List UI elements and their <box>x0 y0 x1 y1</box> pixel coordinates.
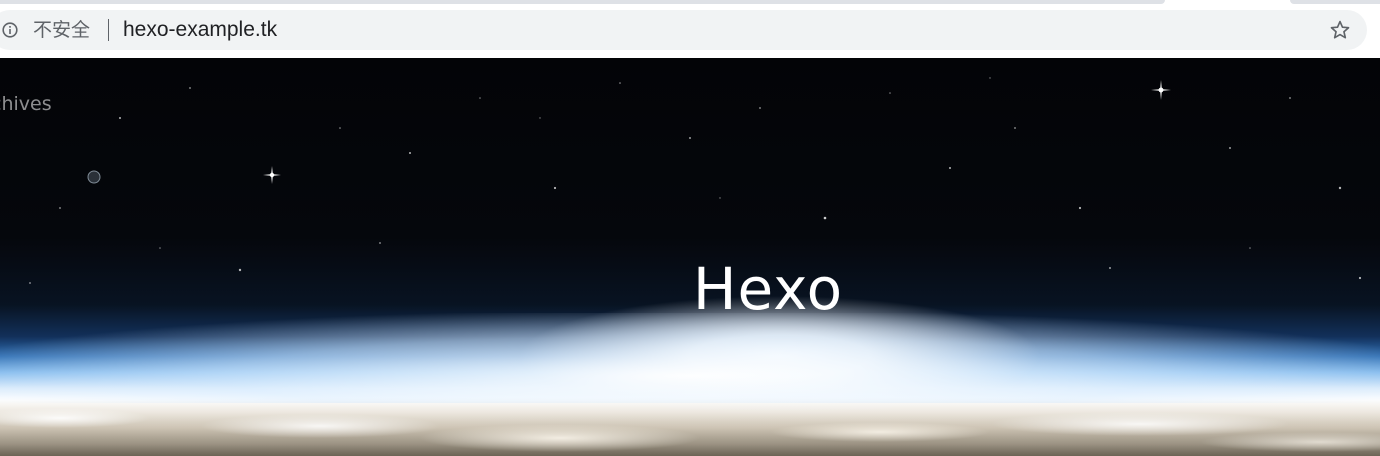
nav-link-archives[interactable]: chives <box>0 92 52 116</box>
url-divider <box>108 19 109 41</box>
earth-clouds <box>0 398 1380 456</box>
info-circle-icon[interactable] <box>2 22 18 38</box>
tab-strip-edge <box>0 0 1165 4</box>
star-outline-icon[interactable] <box>1329 19 1351 41</box>
browser-toolbar: 不安全 hexo-example.tk <box>0 0 1380 58</box>
security-status-label[interactable]: 不安全 <box>33 19 90 41</box>
site-title[interactable]: Hexo <box>0 254 1380 324</box>
url-text[interactable]: hexo-example.tk <box>123 18 277 42</box>
tab-strip-edge-right <box>1290 0 1380 4</box>
hero-banner: chives Hexo <box>0 58 1380 456</box>
